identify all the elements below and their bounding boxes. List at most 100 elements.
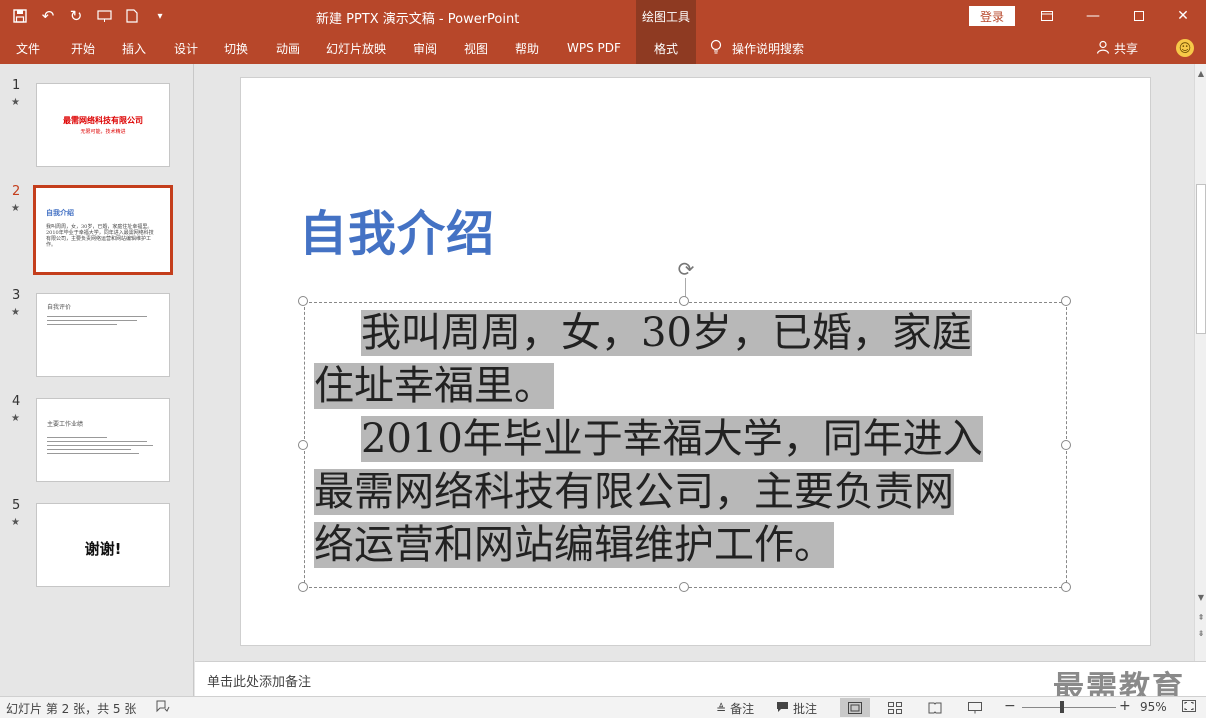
notes-pane[interactable]: 单击此处添加备注 最需教育 (195, 661, 1206, 706)
thumbnail-slide-2[interactable]: 自我介绍 我叫周周，女，30岁，已婚，家庭住址幸福里。2010年毕业于幸福大学，… (33, 185, 173, 275)
person-icon (1096, 40, 1110, 57)
text-line: 住址幸福里。 (314, 363, 554, 409)
tell-me-search[interactable]: 操作说明搜索 (710, 32, 804, 64)
zoom-level[interactable]: 95% (1140, 700, 1167, 714)
notes-placeholder[interactable]: 单击此处添加备注 (207, 671, 311, 690)
tab-file[interactable]: 文件 (16, 32, 40, 64)
smiley-feedback-icon[interactable]: ☺ (1176, 39, 1194, 57)
slide-thumbnails-pane: 1 ★ 最需网络科技有限公司 无限可能，技术精进 2 ★ 自我介绍 我叫周周，女… (0, 64, 194, 696)
previous-slide-icon[interactable]: ⇞ (1195, 610, 1206, 624)
comments-button-label: 批注 (793, 702, 818, 716)
customize-qat-icon[interactable]: ▾ (148, 4, 172, 28)
thumbnail-body: 我叫周周，女，30岁，已婚，家庭住址幸福里。2010年毕业于幸福大学，同年进入最… (46, 224, 154, 248)
comments-button[interactable]: 批注 (776, 700, 817, 717)
scrollbar-thumb[interactable] (1196, 184, 1206, 334)
resize-handle-bottom-left[interactable] (298, 582, 308, 592)
tab-format[interactable]: 格式 (636, 32, 696, 64)
tab-wps-pdf[interactable]: WPS PDF (567, 32, 621, 64)
thumbnail-title: 最需网络科技有限公司 (63, 116, 143, 125)
tab-home[interactable]: 开始 (71, 32, 95, 64)
zoom-in-icon[interactable]: + (1119, 698, 1131, 714)
zoom-out-icon[interactable]: − (1004, 698, 1016, 714)
resize-handle-top-left[interactable] (298, 296, 308, 306)
slide-title[interactable]: 自我介绍 (299, 194, 495, 264)
thumbnail-number: 5 (12, 498, 21, 513)
thumbnail-number: 2 (12, 184, 21, 199)
slide-sorter-icon[interactable] (880, 698, 910, 717)
text-line: 最需网络科技有限公司，主要负责网 (314, 469, 954, 515)
text-line: 我叫周周，女，30岁，已婚，家庭 (361, 310, 972, 356)
share-button[interactable]: 共享 (1096, 32, 1138, 64)
selected-text-box[interactable]: 我叫周周，女，30岁，已婚，家庭住址幸福里。 2010年毕业于幸福大学，同年进入… (304, 302, 1067, 588)
scroll-down-icon[interactable]: ▼ (1195, 590, 1206, 604)
close-icon[interactable]: ✕ (1160, 0, 1206, 32)
zoom-slider-track[interactable] (1022, 707, 1116, 708)
thumbnail-title: 谢谢! (84, 540, 122, 558)
slideshow-view-icon[interactable] (960, 698, 990, 717)
thumbnail-title: 自我评价 (47, 304, 72, 311)
document-title: 新建 PPTX 演示文稿 - PowerPoint (316, 12, 520, 27)
tab-transitions[interactable]: 切换 (224, 32, 248, 64)
slide-canvas[interactable]: 自我介绍 ⟳ 我叫周周，女，30岁，已婚，家庭住址幸福里。 2010年毕业于幸福… (240, 77, 1151, 646)
undo-icon[interactable]: ↶ (36, 4, 60, 28)
vertical-scrollbar[interactable]: ▲ ▼ ⇞ ⇟ (1194, 64, 1206, 661)
thumbnail-number: 1 (12, 78, 21, 93)
resize-handle-top-right[interactable] (1061, 296, 1071, 306)
next-slide-icon[interactable]: ⇟ (1195, 626, 1206, 640)
login-button[interactable]: 登录 (969, 6, 1015, 26)
lightbulb-icon (710, 39, 722, 58)
text-line: 2010年毕业于幸福大学，同年进入 (361, 416, 983, 462)
resize-handle-bottom[interactable] (679, 582, 689, 592)
quick-access-toolbar: ↶ ↻ ▾ (8, 4, 172, 28)
new-file-icon[interactable] (120, 4, 144, 28)
thumbnail-title: 自我介绍 (46, 209, 74, 217)
notes-button[interactable]: ≜ 备注 (716, 700, 754, 717)
ribbon-tabs: 文件 开始 插入 设计 切换 动画 幻灯片放映 审阅 视图 帮助 WPS PDF… (0, 32, 1206, 64)
thumbnail-slide-4[interactable]: 主要工作业绩 (36, 398, 170, 482)
reading-view-icon[interactable] (920, 698, 950, 717)
thumbnail-number: 3 (12, 288, 21, 303)
tab-insert[interactable]: 插入 (122, 32, 146, 64)
spell-check-icon[interactable] (156, 700, 170, 713)
tab-review[interactable]: 审阅 (413, 32, 437, 64)
notes-button-label: 备注 (730, 702, 755, 716)
animation-star-icon: ★ (11, 413, 20, 424)
thumbnail-slide-5[interactable]: 谢谢! (36, 503, 170, 587)
minimize-icon[interactable]: — (1070, 0, 1116, 32)
resize-handle-left[interactable] (298, 440, 308, 450)
animation-star-icon: ★ (11, 97, 20, 108)
tab-animations[interactable]: 动画 (276, 32, 300, 64)
tab-slideshow[interactable]: 幻灯片放映 (326, 32, 386, 64)
resize-handle-right[interactable] (1061, 440, 1071, 450)
slideshow-icon[interactable] (92, 4, 116, 28)
scroll-up-icon[interactable]: ▲ (1195, 66, 1206, 80)
text-line: 络运营和网站编辑维护工作。 (314, 522, 834, 568)
animation-star-icon: ★ (11, 307, 20, 318)
thumbnail-number: 4 (12, 394, 21, 409)
resize-handle-bottom-right[interactable] (1061, 582, 1071, 592)
title-bar: ↶ ↻ ▾ 新建 PPTX 演示文稿 - PowerPoint 绘图工具 登录 … (0, 0, 1206, 32)
resize-handle-top[interactable] (679, 296, 689, 306)
slide-counter: 幻灯片 第 2 张，共 5 张 (6, 702, 137, 716)
text-box-content[interactable]: 我叫周周，女，30岁，已婚，家庭住址幸福里。 2010年毕业于幸福大学，同年进入… (314, 307, 1044, 572)
drawing-tools-label: 绘图工具 (636, 0, 696, 32)
save-icon[interactable] (8, 4, 32, 28)
thumbnail-slide-3[interactable]: 自我评价 (36, 293, 170, 377)
normal-view-icon[interactable] (840, 698, 870, 717)
status-bar: 幻灯片 第 2 张，共 5 张 ≜ 备注 批注 − + 95% (0, 696, 1206, 718)
maximize-icon[interactable] (1116, 0, 1162, 32)
tab-view[interactable]: 视图 (464, 32, 488, 64)
tab-design[interactable]: 设计 (174, 32, 198, 64)
rotate-handle-icon[interactable]: ⟳ (675, 257, 697, 281)
redo-icon[interactable]: ↻ (64, 4, 88, 28)
thumbnail-slide-1[interactable]: 最需网络科技有限公司 无限可能，技术精进 (36, 83, 170, 167)
comment-icon (776, 701, 789, 716)
thumbnail-title: 主要工作业绩 (47, 421, 84, 428)
thumbnail-subtitle: 无限可能，技术精进 (80, 129, 126, 135)
share-label: 共享 (1114, 41, 1139, 56)
tab-help[interactable]: 帮助 (515, 32, 539, 64)
ribbon-display-options-icon[interactable] (1024, 0, 1070, 32)
zoom-slider-thumb[interactable] (1060, 701, 1064, 713)
fit-to-window-icon[interactable] (1182, 700, 1196, 712)
notes-icon: ≜ (716, 701, 727, 716)
